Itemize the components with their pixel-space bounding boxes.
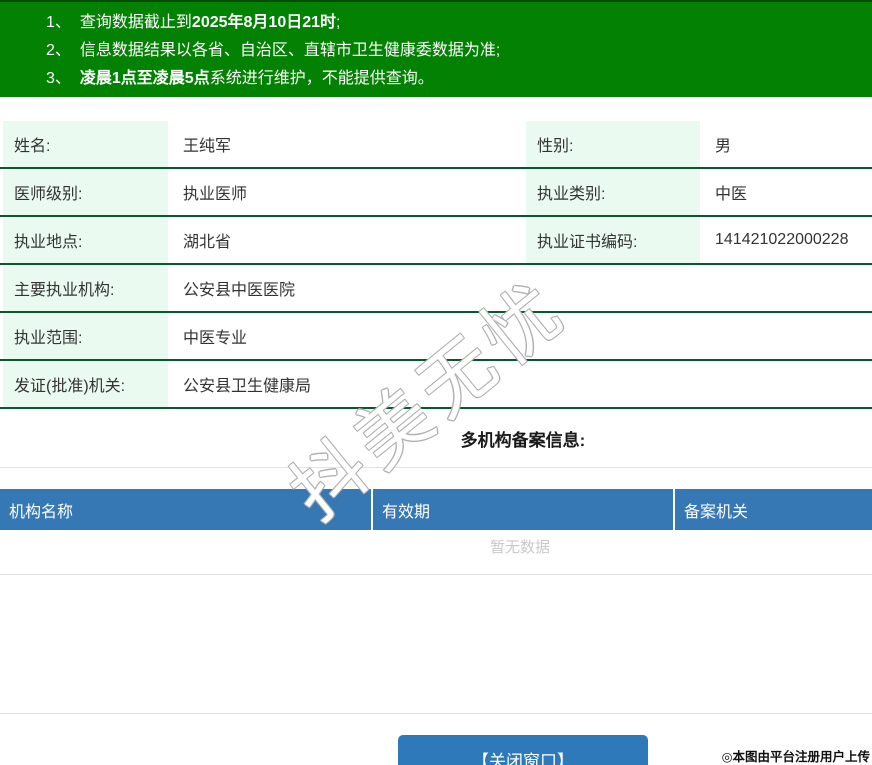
field-label-doctor-level: 医师级别: bbox=[3, 169, 168, 215]
table-row: 姓名: 王纯军 性别: 男 bbox=[0, 121, 872, 169]
close-window-button[interactable]: 【关闭窗口】 bbox=[398, 735, 648, 765]
header-cell-record-authority: 备案机关 bbox=[673, 489, 872, 530]
notice-number: 3、 bbox=[46, 70, 71, 87]
header-cell-institution-name: 机构名称 bbox=[9, 503, 74, 521]
notice-text: 查询数据截止到 bbox=[79, 14, 192, 31]
notice-text: ; bbox=[336, 14, 341, 31]
notice-line-2: 2、 信息数据结果以各省、自治区、直辖市卫生健康委数据为准; bbox=[46, 37, 862, 65]
notice-text-bold: 2025年8月10日21时 bbox=[191, 14, 337, 31]
field-value-name: 王纯军 bbox=[183, 138, 232, 155]
notice-text: 系统进行维护，不能提供查询。 bbox=[209, 70, 434, 87]
notice-banner: 1、 查询数据截止到2025年8月10日21时; 2、 信息数据结果以各省、自治区、… bbox=[0, 0, 872, 97]
field-value-issuing-authority: 公安县卫生健康局 bbox=[183, 378, 312, 395]
table-row: 主要执业机构: 公安县中医医院 bbox=[0, 265, 872, 313]
field-value-certificate-code: 141421022000228 bbox=[715, 231, 849, 248]
table-row: 执业地点: 湖北省 执业证书编码: 141421022000228 bbox=[0, 217, 872, 265]
notice-text-bold: 凌晨1点至凌晨5点 bbox=[79, 70, 210, 87]
divider bbox=[0, 713, 872, 714]
notice-number: 1、 bbox=[46, 14, 71, 31]
header-cell-validity-period: 有效期 bbox=[371, 489, 673, 530]
field-label-name: 姓名: bbox=[3, 121, 168, 167]
query-result-page: 1、 查询数据截止到2025年8月10日21时; 2、 信息数据结果以各省、自治区、… bbox=[0, 0, 872, 765]
field-label-practice-location: 执业地点: bbox=[3, 217, 168, 263]
credit-text: ◎本图由平台注册用户上传 bbox=[721, 750, 870, 764]
practitioner-detail-table: 姓名: 王纯军 性别: 男 医师级别: 执业医师 执业类别: 中医 执业地点: … bbox=[0, 121, 872, 409]
table-row: 医师级别: 执业医师 执业类别: 中医 bbox=[0, 169, 872, 217]
field-value-doctor-level: 执业医师 bbox=[183, 186, 248, 203]
field-label-practice-scope: 执业范围: bbox=[3, 313, 168, 359]
field-value-practice-category: 中医 bbox=[715, 186, 748, 203]
field-value-main-institution: 公安县中医医院 bbox=[183, 282, 296, 299]
field-label-main-institution: 主要执业机构: bbox=[3, 265, 168, 311]
table-row: 执业范围: 中医专业 bbox=[0, 313, 872, 361]
notice-text: 信息数据结果以各省、自治区、直辖市卫生健康委数据为准; bbox=[79, 42, 501, 59]
notice-number: 2、 bbox=[46, 42, 71, 59]
record-table-header: 机构名称 有效期 备案机关 bbox=[0, 489, 872, 530]
field-value-gender: 男 bbox=[715, 138, 732, 155]
field-label-gender: 性别: bbox=[526, 121, 700, 167]
field-label-issuing-authority: 发证(批准)机关: bbox=[3, 361, 168, 407]
field-label-practice-category: 执业类别: bbox=[526, 169, 700, 215]
empty-data-text: 暂无数据 bbox=[489, 539, 550, 556]
section-title-multi-institution: 多机构备案信息: bbox=[460, 431, 586, 450]
divider bbox=[0, 574, 872, 575]
table-row: 发证(批准)机关: 公安县卫生健康局 bbox=[0, 361, 872, 409]
field-value-practice-location: 湖北省 bbox=[183, 234, 232, 251]
notice-line-3: 3、 凌晨1点至凌晨5点系统进行维护，不能提供查询。 bbox=[46, 65, 862, 93]
notice-line-1: 1、 查询数据截止到2025年8月10日21时; bbox=[46, 9, 862, 37]
field-value-practice-scope: 中医专业 bbox=[183, 330, 248, 347]
field-label-certificate-code: 执业证书编码: bbox=[526, 217, 700, 263]
divider bbox=[0, 467, 872, 468]
